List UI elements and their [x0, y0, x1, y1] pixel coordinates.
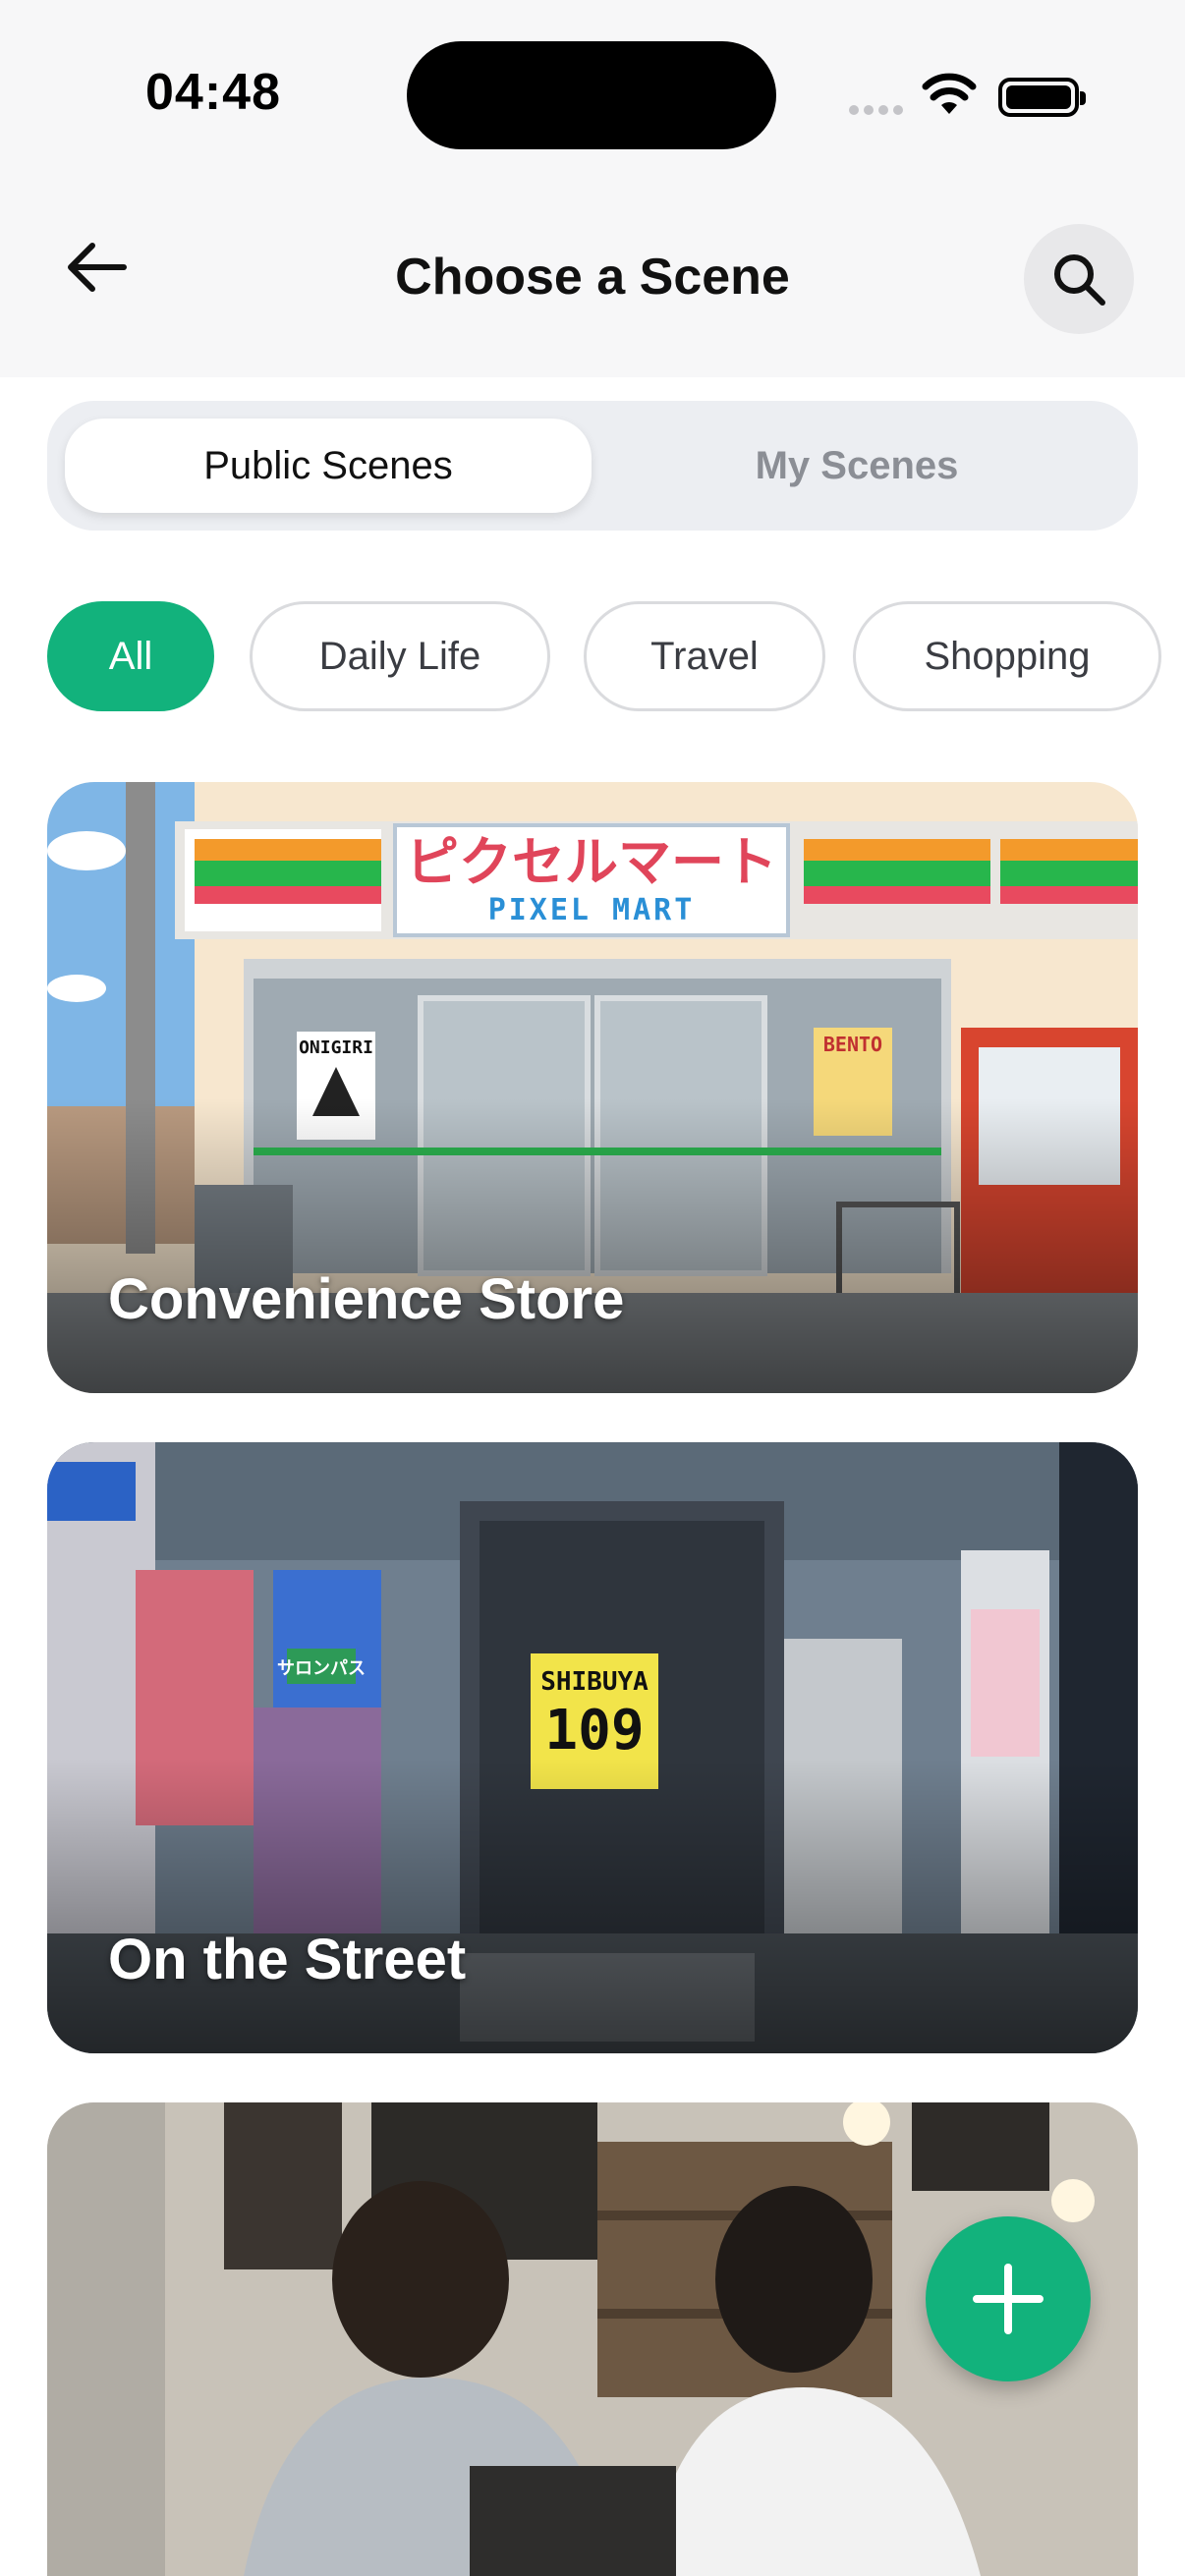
cellular-signal-icon — [849, 102, 908, 120]
chip-daily-life[interactable]: Daily Life — [250, 601, 550, 711]
search-button[interactable] — [1024, 224, 1134, 334]
scene-title: Convenience Store — [108, 1267, 625, 1331]
top-bar: 04:48 Choose a Scene — [0, 0, 1185, 377]
chip-all[interactable]: All — [47, 601, 214, 711]
add-scene-button[interactable] — [926, 2216, 1091, 2381]
billboard-text: サロンパス — [277, 1658, 366, 1679]
building-sign: SHIBUYA — [540, 1667, 649, 1697]
status-time: 04:48 — [145, 64, 281, 121]
wifi-icon — [922, 73, 977, 114]
building-number: 109 — [544, 1699, 644, 1763]
plus-icon — [973, 2264, 1044, 2334]
chip-shopping[interactable]: Shopping — [853, 601, 1161, 711]
bento-poster-label: BENTO — [823, 1033, 882, 1056]
scene-card-convenience-store[interactable]: ピクセルマート PIXEL MART ONIGIRI BENTO Conveni… — [47, 782, 1138, 1393]
page-title: Choose a Scene — [395, 249, 790, 306]
battery-icon — [998, 78, 1086, 117]
store-sign-english: PIXEL MART — [488, 893, 696, 927]
tab-public-scenes[interactable]: Public Scenes — [65, 419, 592, 513]
scene-title: On the Street — [108, 1928, 467, 1991]
scene-source-tabs: Public Scenes My Scenes — [47, 401, 1138, 531]
tab-my-scenes[interactable]: My Scenes — [593, 419, 1120, 513]
scene-card-on-the-street[interactable]: サロンパス SHIBUYA 109 On the Street — [47, 1442, 1138, 2053]
dynamic-island — [407, 41, 776, 149]
search-icon — [1054, 254, 1105, 306]
store-sign-japanese: ピクセルマート — [406, 831, 777, 893]
chip-travel[interactable]: Travel — [584, 601, 825, 711]
onigiri-poster-label: ONIGIRI — [299, 1037, 373, 1058]
